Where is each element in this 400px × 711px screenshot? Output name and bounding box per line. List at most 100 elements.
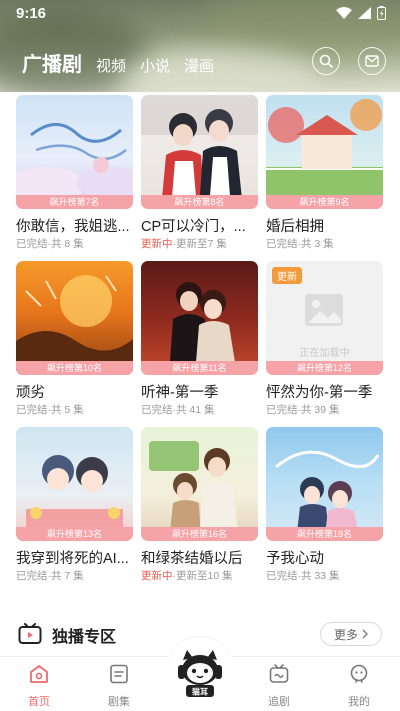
drama-cover: 飙升榜第9名 (266, 95, 383, 209)
drama-episodes: ·共 39 集 (297, 404, 340, 416)
drama-status: 已完结 (266, 570, 298, 582)
nav-episodes-label: 剧集 (108, 696, 130, 708)
drama-status: 更新中 (141, 570, 173, 582)
tv-icon (18, 623, 42, 644)
follow-tv-icon (269, 664, 289, 683)
nav-follow[interactable]: 追剧 (249, 663, 309, 709)
episodes-icon (110, 664, 128, 684)
image-placeholder-icon (305, 294, 343, 326)
rank-badge: 飙升榜第9名 (266, 195, 383, 209)
status-icons (336, 6, 386, 20)
rank-badge: 飙升榜第16名 (141, 527, 258, 541)
home-icon (30, 665, 48, 683)
center-logo-button[interactable]: 猫耳 (173, 646, 227, 698)
drama-episodes: ·共 8 集 (47, 238, 84, 250)
drama-cover-placeholder: 更新 正在加载中 飙升榜第12名 (266, 261, 383, 375)
rank-badge: 飙升榜第19名 (266, 527, 383, 541)
drama-episodes: ·更新至10 集 (172, 570, 233, 582)
drama-card[interactable]: 飙升榜第16名 和绿茶结婚以后 更新中·更新至10 集 (141, 427, 258, 587)
chevron-right-icon (362, 629, 368, 639)
drama-cover: 飙升榜第11名 (141, 261, 258, 375)
drama-episodes: ·共 5 集 (47, 404, 84, 416)
search-icon (319, 54, 333, 68)
drama-episodes: ·共 33 集 (297, 570, 340, 582)
drama-meta: 已完结·共 5 集 (16, 402, 84, 417)
drama-status: 已完结 (16, 570, 48, 582)
tab-radio-drama[interactable]: 广播剧 (22, 48, 82, 77)
drama-meta: 更新中·更新至10 集 (141, 568, 233, 583)
rank-badge: 飙升榜第11名 (141, 361, 258, 375)
drama-episodes: ·共 3 集 (297, 238, 334, 250)
drama-meta: 已完结·共 39 集 (266, 402, 340, 417)
drama-card[interactable]: 飙升榜第10名 顽劣 已完结·共 5 集 (16, 261, 133, 421)
drama-status: 已完结 (266, 404, 298, 416)
nav-follow-label: 追剧 (268, 696, 290, 708)
drama-cover: 飙升榜第16名 (141, 427, 258, 541)
tab-video[interactable]: 视频 (96, 55, 126, 77)
drama-status: 已完结 (16, 238, 48, 250)
cover-art (26, 455, 123, 531)
drama-card[interactable]: 飙升榜第8名 CP可以冷门，... 更新中·更新至7 集 (141, 95, 258, 255)
cat-headphones-logo-icon: 猫耳 (178, 650, 222, 697)
drama-status: 更新中 (141, 238, 173, 250)
nav-profile[interactable]: 我的 (329, 663, 389, 709)
drama-title: 你敢信，我姐逃... (16, 219, 130, 235)
message-button[interactable] (358, 47, 386, 75)
drama-title: 和绿茶结婚以后 (141, 551, 243, 567)
drama-meta: 已完结·共 3 集 (266, 236, 334, 251)
signal-icon (358, 7, 371, 19)
drama-title: 听神-第一季 (141, 385, 219, 401)
nav-home[interactable]: 首页 (9, 663, 69, 709)
nav-episodes[interactable]: 剧集 (89, 663, 149, 709)
more-button[interactable]: 更多 (320, 622, 382, 646)
grid-row: 飙升榜第13名 我穿到将死的AI... 已完结·共 7 集 飙升榜第16名 和绿… (16, 427, 384, 587)
drama-meta: 已完结·共 8 集 (16, 236, 84, 251)
more-label: 更多 (333, 627, 358, 642)
rank-badge: 飙升榜第8名 (141, 195, 258, 209)
rank-badge: 飙升榜第10名 (16, 361, 133, 375)
drama-title: 怦然为你-第一季 (266, 385, 373, 401)
drama-card[interactable]: 飙升榜第9名 婚后相拥 已完结·共 3 集 (266, 95, 383, 255)
cover-art (275, 450, 380, 541)
drama-card[interactable]: 飙升榜第7名 你敢信，我姐逃... 已完结·共 8 集 (16, 95, 133, 255)
rank-badge: 飙升榜第7名 (16, 195, 133, 209)
section-title: 独播专区 (52, 629, 117, 646)
wifi-icon (336, 7, 352, 19)
drama-title: 婚后相拥 (266, 219, 324, 235)
cover-art (149, 441, 239, 541)
update-tag: 更新 (272, 267, 302, 284)
drama-title: CP可以冷门，... (141, 219, 246, 235)
drama-title: 我穿到将死的AI... (16, 551, 129, 567)
drama-cover: 飙升榜第7名 (16, 95, 133, 209)
logo-text: 猫耳 (191, 687, 208, 697)
cover-art (141, 95, 258, 209)
drama-title: 予我心动 (266, 551, 324, 567)
mail-icon (365, 55, 379, 67)
drama-title: 顽劣 (16, 385, 45, 401)
drama-episodes: ·共 7 集 (47, 570, 84, 582)
drama-meta: 已完结·共 7 集 (16, 568, 84, 583)
drama-status: 已完结 (266, 238, 298, 250)
cover-art (16, 123, 133, 203)
drama-cover: 飙升榜第19名 (266, 427, 383, 541)
drama-episodes: ·共 41 集 (172, 404, 215, 416)
cover-art (16, 275, 133, 375)
drama-card[interactable]: 更新 正在加载中 飙升榜第12名 怦然为你-第一季 已完结·共 39 集 (266, 261, 383, 421)
status-bar: 9:16 (0, 0, 400, 28)
search-button[interactable] (312, 47, 340, 75)
drama-card[interactable]: 飙升榜第19名 予我心动 已完结·共 33 集 (266, 427, 383, 587)
top-header: 9:16 广播剧 视频 小说 漫画 (0, 0, 400, 92)
tab-comic[interactable]: 漫画 (184, 55, 214, 77)
drama-meta: 已完结·共 33 集 (266, 568, 340, 583)
drama-meta: 更新中·更新至7 集 (141, 236, 227, 251)
rank-badge: 飙升榜第13名 (16, 527, 133, 541)
drama-cover: 飙升榜第10名 (16, 261, 133, 375)
cover-art (266, 99, 383, 209)
drama-episodes: ·更新至7 集 (172, 238, 227, 250)
tab-novel[interactable]: 小说 (140, 55, 170, 77)
status-time: 9:16 (16, 5, 47, 22)
drama-card[interactable]: 飙升榜第11名 听神-第一季 已完结·共 41 集 (141, 261, 258, 421)
category-tabs: 广播剧 视频 小说 漫画 (22, 48, 228, 77)
drama-card[interactable]: 飙升榜第13名 我穿到将死的AI... 已完结·共 7 集 (16, 427, 133, 587)
drama-meta: 已完结·共 41 集 (141, 402, 215, 417)
